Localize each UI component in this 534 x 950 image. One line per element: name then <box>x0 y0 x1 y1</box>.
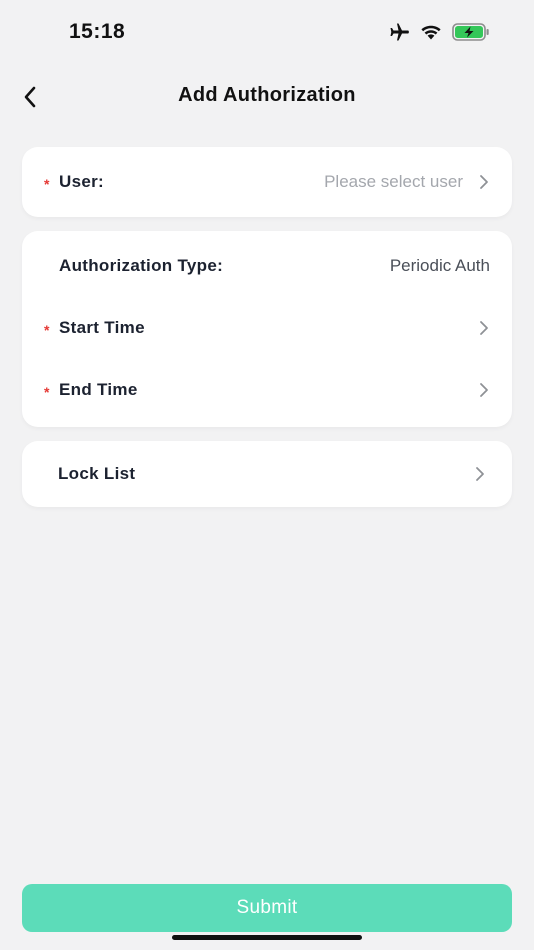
user-placeholder: Please select user <box>324 172 463 191</box>
start-time-row[interactable]: * Start Time <box>22 297 512 359</box>
submit-button[interactable]: Submit <box>22 884 512 932</box>
battery-charging-icon <box>452 23 490 41</box>
home-indicator <box>172 935 362 940</box>
chevron-right-icon <box>480 383 488 397</box>
chevron-right-icon <box>480 321 488 335</box>
chevron-right-icon <box>476 467 484 481</box>
chevron-right-icon <box>480 175 488 189</box>
authorization-card: Authorization Type: Periodic Auth * Star… <box>22 231 512 427</box>
start-time-label: Start Time <box>59 318 145 337</box>
user-label: User: <box>59 172 104 191</box>
airplane-icon <box>388 22 410 42</box>
status-icons <box>388 22 490 42</box>
user-card: * User: Please select user <box>22 147 512 217</box>
lock-list-label: Lock List <box>58 464 136 483</box>
user-select-row[interactable]: * User: Please select user <box>22 147 512 217</box>
required-mark: * <box>44 321 50 338</box>
required-mark: * <box>44 383 50 400</box>
lock-list-row[interactable]: Lock List <box>22 441 512 507</box>
page-title: Add Authorization <box>178 84 356 106</box>
authorization-type-label: Authorization Type: <box>59 256 224 275</box>
wifi-icon <box>419 23 443 41</box>
status-time: 15:18 <box>69 20 126 43</box>
lock-list-card: Lock List <box>22 441 512 507</box>
authorization-type-value: Periodic Auth <box>389 256 490 275</box>
end-time-label: End Time <box>59 380 138 399</box>
end-time-row[interactable]: * End Time <box>22 359 512 421</box>
status-bar: 15:18 <box>0 0 534 64</box>
required-mark: * <box>44 175 50 192</box>
authorization-type-row: Authorization Type: Periodic Auth <box>22 235 512 297</box>
